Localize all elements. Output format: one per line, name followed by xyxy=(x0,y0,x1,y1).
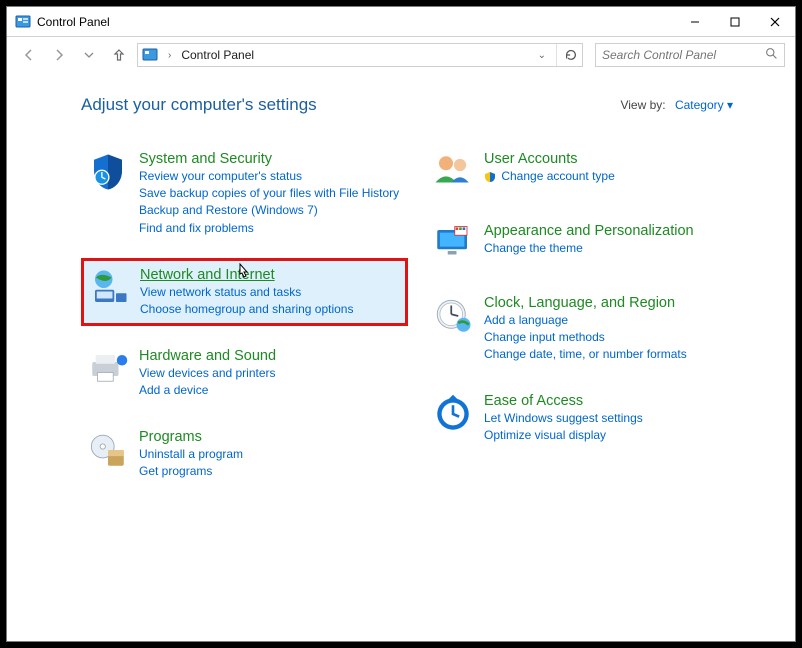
category-link[interactable]: Save backup copies of your files with Fi… xyxy=(139,185,399,201)
view-by-label: View by: xyxy=(620,98,665,112)
chevron-down-icon[interactable]: ⌄ xyxy=(534,50,550,61)
category-appearance-personalization[interactable]: Appearance and Personalization Change th… xyxy=(426,215,753,273)
search-icon[interactable] xyxy=(765,47,778,63)
globe-network-icon xyxy=(88,267,130,309)
users-icon xyxy=(432,151,474,193)
monitor-icon xyxy=(432,223,474,265)
category-title[interactable]: Hardware and Sound xyxy=(139,348,276,364)
nav-up-button[interactable] xyxy=(107,43,131,67)
category-title[interactable]: User Accounts xyxy=(484,151,615,167)
view-by-value[interactable]: Category ▾ xyxy=(675,98,733,112)
category-hardware-sound[interactable]: Hardware and Sound View devices and prin… xyxy=(81,340,408,406)
clock-globe-icon xyxy=(432,295,474,337)
category-title[interactable]: Appearance and Personalization xyxy=(484,223,694,239)
category-link[interactable]: Add a language xyxy=(484,312,687,328)
category-title[interactable]: Clock, Language, and Region xyxy=(484,295,687,311)
category-link[interactable]: Uninstall a program xyxy=(139,446,243,462)
category-user-accounts[interactable]: User Accounts Change account type xyxy=(426,143,753,201)
category-link[interactable]: View devices and printers xyxy=(139,365,276,381)
printer-icon xyxy=(87,348,129,390)
left-column: System and Security Review your computer… xyxy=(81,143,408,487)
category-link[interactable]: Change account type xyxy=(484,168,615,184)
content-area: Adjust your computer's settings View by:… xyxy=(7,73,795,641)
category-link[interactable]: Change input methods xyxy=(484,329,687,345)
category-title[interactable]: System and Security xyxy=(139,151,399,167)
titlebar: Control Panel xyxy=(7,7,795,37)
category-programs[interactable]: Programs Uninstall a program Get program… xyxy=(81,421,408,487)
recent-locations-button[interactable] xyxy=(77,43,101,67)
category-link[interactable]: Choose homegroup and sharing options xyxy=(140,301,353,317)
control-panel-window: Control Panel › Control Panel ⌄ Adjust y xyxy=(6,6,796,642)
navbar: › Control Panel ⌄ xyxy=(7,37,795,73)
nav-back-button[interactable] xyxy=(17,43,41,67)
nav-forward-button[interactable] xyxy=(47,43,71,67)
refresh-button[interactable] xyxy=(556,44,578,66)
search-input[interactable] xyxy=(602,48,765,62)
shield-icon xyxy=(87,151,129,193)
page-title: Adjust your computer's settings xyxy=(81,95,317,115)
address-bar[interactable]: › Control Panel ⌄ xyxy=(137,43,583,67)
control-panel-icon xyxy=(15,14,31,30)
category-title[interactable]: Ease of Access xyxy=(484,393,643,409)
category-title[interactable]: Network and Internet xyxy=(140,267,353,283)
category-link[interactable]: View network status and tasks xyxy=(140,284,353,300)
ease-of-access-icon xyxy=(432,393,474,435)
category-link[interactable]: Let Windows suggest settings xyxy=(484,410,643,426)
chevron-right-icon: › xyxy=(164,50,175,61)
maximize-button[interactable] xyxy=(715,7,755,37)
category-clock-language-region[interactable]: Clock, Language, and Region Add a langua… xyxy=(426,287,753,371)
category-system-security[interactable]: System and Security Review your computer… xyxy=(81,143,408,244)
category-title[interactable]: Programs xyxy=(139,429,243,445)
minimize-button[interactable] xyxy=(675,7,715,37)
uac-shield-icon xyxy=(484,171,496,183)
close-button[interactable] xyxy=(755,7,795,37)
category-ease-of-access[interactable]: Ease of Access Let Windows suggest setti… xyxy=(426,385,753,451)
category-link[interactable]: Get programs xyxy=(139,463,243,479)
category-link[interactable]: Change the theme xyxy=(484,240,694,256)
category-network-internet[interactable]: Network and Internet View network status… xyxy=(81,258,408,326)
category-link[interactable]: Find and fix problems xyxy=(139,220,399,236)
category-link[interactable]: Review your computer's status xyxy=(139,168,399,184)
right-column: User Accounts Change account type Appear… xyxy=(426,143,753,487)
category-link[interactable]: Optimize visual display xyxy=(484,427,643,443)
disc-box-icon xyxy=(87,429,129,471)
view-by[interactable]: View by: Category ▾ xyxy=(620,98,733,112)
window-title: Control Panel xyxy=(37,15,110,29)
category-link[interactable]: Add a device xyxy=(139,382,276,398)
search-box[interactable] xyxy=(595,43,785,67)
breadcrumb[interactable]: Control Panel xyxy=(181,48,254,62)
category-link[interactable]: Backup and Restore (Windows 7) xyxy=(139,202,399,218)
address-icon xyxy=(142,47,158,63)
category-link[interactable]: Change date, time, or number formats xyxy=(484,346,687,362)
